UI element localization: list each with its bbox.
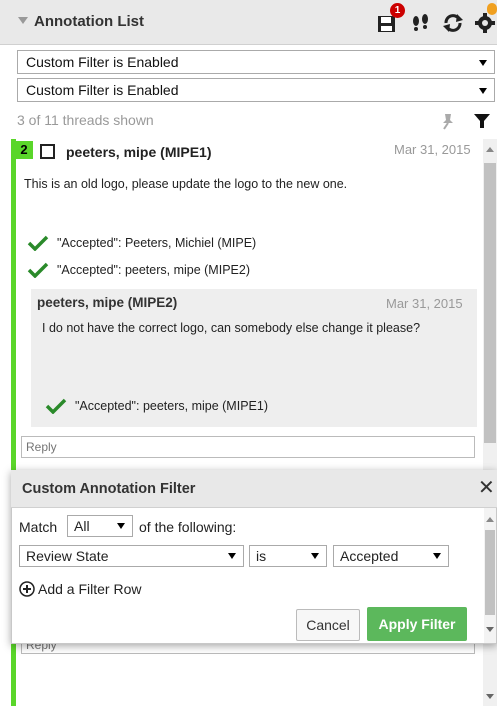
scroll-down-icon[interactable]: [486, 694, 494, 699]
accepted-row: "Accepted": Peeters, Michiel (MIPE): [27, 235, 256, 251]
chevron-down-icon: [311, 553, 319, 559]
thread-author: peeters, mipe (MIPE1): [66, 144, 212, 160]
filter-operator-select[interactable]: is: [249, 545, 327, 567]
dialog-title: Custom Annotation Filter: [22, 481, 196, 497]
scroll-up-icon[interactable]: [486, 517, 494, 522]
scroll-down-icon[interactable]: [486, 627, 494, 632]
match-select-value: All: [74, 518, 90, 534]
close-icon[interactable]: ✕: [478, 477, 496, 499]
warning-badge: [487, 3, 497, 15]
filter-value-value: Accepted: [340, 548, 399, 564]
notification-badge: 1: [390, 3, 405, 18]
add-filter-row-button[interactable]: Add a Filter Row: [19, 581, 141, 597]
check-icon: [27, 235, 49, 251]
scrollbar-thumb[interactable]: [484, 163, 496, 443]
reply-date: Mar 31, 2015: [386, 296, 463, 311]
chevron-down-icon: [479, 60, 487, 66]
accepted-text: "Accepted": peeters, mipe (MIPE2): [57, 263, 250, 277]
add-filter-row-label: Add a Filter Row: [38, 581, 142, 597]
filter-icon[interactable]: [473, 112, 491, 130]
chevron-down-icon: [228, 553, 236, 559]
settings-icon[interactable]: [474, 12, 496, 34]
thread-number: 2: [15, 141, 33, 159]
chevron-down-icon: [117, 523, 125, 529]
filter-select-1-value: Custom Filter is Enabled: [26, 54, 179, 70]
thread-body: This is an old logo, please update the l…: [24, 177, 348, 191]
accepted-text: "Accepted": Peeters, Michiel (MIPE): [57, 236, 257, 250]
filter-field-value: Review State: [26, 548, 109, 564]
filter-field-select[interactable]: Review State: [19, 545, 244, 567]
match-select[interactable]: All: [67, 515, 133, 537]
filter-value-select[interactable]: Accepted: [333, 545, 449, 567]
thread-date: Mar 31, 2015: [394, 142, 471, 157]
filter-select-2[interactable]: Custom Filter is Enabled: [17, 78, 495, 102]
cancel-button[interactable]: Cancel: [296, 609, 360, 641]
plus-circle-icon: [19, 581, 35, 597]
match-label: Match: [19, 519, 58, 535]
apply-filter-button[interactable]: Apply Filter: [367, 607, 467, 641]
chevron-down-icon: [433, 553, 441, 559]
refresh-icon[interactable]: [442, 12, 464, 34]
reply-body: I do not have the correct logo, can some…: [42, 321, 421, 335]
annotation-list-header: Annotation List 1: [0, 0, 497, 45]
thread-checkbox[interactable]: [40, 144, 55, 159]
filter-operator-value: is: [256, 548, 267, 564]
reply-input[interactable]: [21, 436, 475, 458]
thread-count-text: 3 of 11 threads shown: [17, 112, 154, 128]
pin-icon[interactable]: [439, 112, 457, 130]
collapse-caret-icon[interactable]: [18, 17, 28, 24]
accepted-text: "Accepted": peeters, mipe (MIPE1): [75, 399, 268, 413]
scroll-up-icon[interactable]: [486, 147, 494, 152]
filter-select-2-value: Custom Filter is Enabled: [26, 82, 179, 98]
chevron-down-icon: [479, 88, 487, 94]
panel-title: Annotation List: [34, 13, 144, 30]
reply-accepted-row: "Accepted": peeters, mipe (MIPE1): [45, 398, 268, 414]
accepted-row: "Accepted": peeters, mipe (MIPE2): [27, 262, 250, 278]
dialog-scrollbar-thumb[interactable]: [485, 530, 495, 615]
thread-count-row: 3 of 11 threads shown: [17, 110, 495, 134]
check-icon: [27, 262, 49, 278]
footsteps-icon[interactable]: [410, 12, 432, 34]
match-suffix: of the following:: [139, 519, 237, 535]
filter-select-1[interactable]: Custom Filter is Enabled: [17, 50, 495, 74]
reply-author: peeters, mipe (MIPE2): [37, 295, 178, 310]
check-icon: [45, 398, 67, 414]
